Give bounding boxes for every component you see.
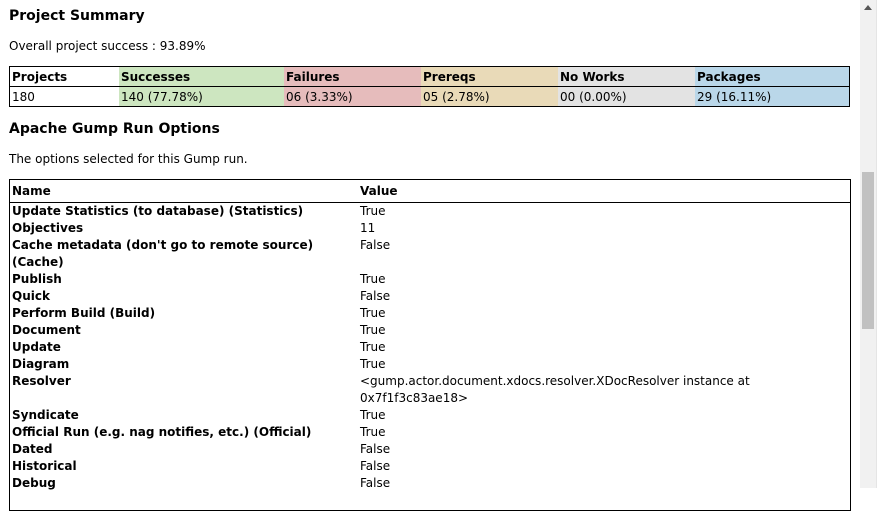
scrollbar-thumb[interactable] (862, 172, 874, 329)
run-options-description: The options selected for this Gump run. (9, 152, 248, 166)
option-value: False (360, 289, 391, 303)
value-no-works: 00 (0.00%) (558, 86, 695, 107)
option-value: True (360, 408, 386, 422)
scroll-up-arrow-icon[interactable] (864, 5, 872, 10)
options-row: Quick False (10, 288, 850, 305)
options-row: Objectives 11 (10, 220, 850, 237)
option-value: True (360, 306, 386, 320)
option-name: Dated (12, 442, 53, 456)
option-name: Perform Build (Build) (12, 306, 156, 320)
options-table: Name Value Update Statistics (to databas… (9, 179, 851, 511)
option-name: Publish (12, 272, 62, 286)
option-name: Historical (12, 459, 77, 473)
option-value: True (360, 425, 386, 439)
value-failures: 06 (3.33%) (284, 86, 421, 107)
option-name: Cache metadata (don't go to remote sourc… (12, 238, 314, 269)
option-name: Objectives (12, 221, 84, 235)
options-header-row: Name Value (10, 180, 850, 203)
options-row: Diagram True (10, 356, 850, 373)
option-value: False (360, 459, 391, 473)
option-value: False (360, 238, 391, 252)
option-value: False (360, 442, 391, 456)
value-projects: 180 (9, 86, 119, 107)
header-successes: Successes (119, 66, 284, 87)
option-value: True (360, 340, 386, 354)
option-value: 11 (360, 221, 376, 235)
options-col-value: Value (360, 184, 398, 198)
options-row: Debug False (10, 475, 850, 492)
option-value: False (360, 476, 391, 490)
option-name: Update (12, 340, 61, 354)
options-row: Historical False (10, 458, 850, 475)
project-summary-title: Project Summary (9, 8, 145, 24)
options-rows: Update Statistics (to database) (Statist… (10, 203, 850, 492)
option-value: True (360, 323, 386, 337)
option-value: True (360, 357, 386, 371)
header-failures: Failures (284, 66, 421, 87)
options-row: Perform Build (Build) True (10, 305, 850, 322)
option-value: True (360, 204, 386, 218)
value-prereqs: 05 (2.78%) (421, 86, 558, 107)
options-row: Resolver <gump.actor.document.xdocs.resol… (10, 373, 850, 407)
options-row: Update True (10, 339, 850, 356)
option-value: <gump.actor.document.xdocs.resolver.XDoc… (360, 374, 750, 405)
value-packages: 29 (16.11%) (695, 86, 850, 107)
run-options-title: Apache Gump Run Options (9, 121, 220, 137)
summary-table: Projects Successes Failures Prereqs No W… (9, 66, 850, 107)
options-row: Document True (10, 322, 850, 339)
options-row: Syndicate True (10, 407, 850, 424)
options-row: Official Run (e.g. nag notifies, etc.) (… (10, 424, 850, 441)
option-name: Update Statistics (to database) (Statist… (12, 204, 304, 218)
header-projects: Projects (9, 66, 119, 87)
option-name: Resolver (12, 374, 71, 388)
option-value: True (360, 272, 386, 286)
header-packages: Packages (695, 66, 850, 87)
options-row: Dated False (10, 441, 850, 458)
summary-values-row: 180 140 (77.78%) 06 (3.33%) 05 (2.78%) 0… (9, 86, 850, 107)
overall-success-text: Overall project success : 93.89% (9, 39, 206, 53)
header-prereqs: Prereqs (421, 66, 558, 87)
option-name: Document (12, 323, 81, 337)
option-name: Official Run (e.g. nag notifies, etc.) (… (12, 425, 312, 439)
summary-header-row: Projects Successes Failures Prereqs No W… (9, 66, 850, 87)
value-successes: 140 (77.78%) (119, 86, 284, 107)
vertical-scrollbar[interactable] (860, 0, 877, 488)
option-name: Diagram (12, 357, 70, 371)
options-row: Publish True (10, 271, 850, 288)
option-name: Syndicate (12, 408, 79, 422)
option-name: Quick (12, 289, 50, 303)
options-row: Update Statistics (to database) (Statist… (10, 203, 850, 220)
options-row: Cache metadata (don't go to remote sourc… (10, 237, 850, 271)
window-edge (876, 0, 888, 488)
header-no-works: No Works (558, 66, 695, 87)
options-col-name: Name (12, 184, 51, 198)
option-name: Debug (12, 476, 56, 490)
